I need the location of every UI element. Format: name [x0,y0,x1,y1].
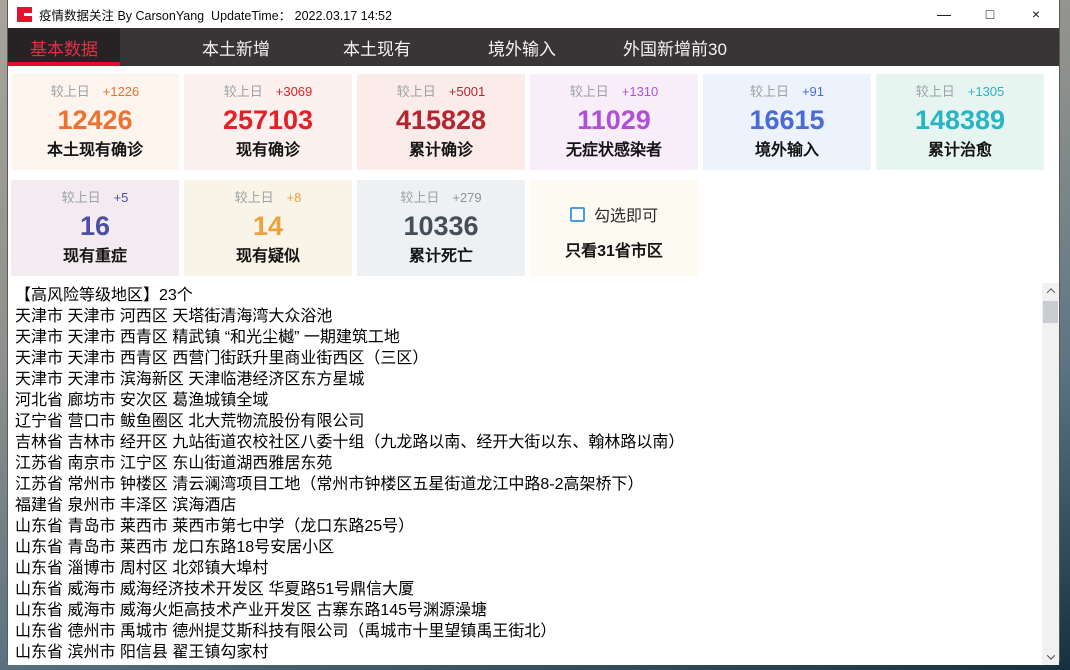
stat-card-suspected: 较上日 +8 14 现有疑似 [184,180,352,276]
delta-value: +1305 [968,85,1005,98]
app-logo-icon [17,7,32,22]
risk-list-header: 【高风险等级地区】23个 [15,285,1035,306]
stat-label: 现有疑似 [236,249,300,265]
filter-card-label: 只看31省市区 [565,244,663,260]
scrollbar-thumb[interactable] [1043,301,1058,323]
delta-value: +5 [114,191,129,204]
window-controls: — □ × [921,0,1059,28]
list-scrollbar[interactable] [1042,283,1059,665]
stat-label: 本土现有确诊 [47,143,143,159]
stat-value: 16 [80,213,110,240]
stat-value: 16615 [749,107,824,134]
stat-value: 257103 [223,107,313,134]
delta-prefix: 较上日 [750,85,789,98]
risk-area-panel: 【高风险等级地区】23个 天津市 天津市 河西区 天塔街清海湾大众浴池 天津市 … [11,283,1059,665]
tab-imported[interactable]: 境外输入 [488,28,556,66]
risk-area-row: 江苏省 南京市 江宁区 东山街道湖西雅居东苑 [15,453,1035,474]
stats-row-2: 较上日 +5 16 现有重症 较上日 +8 14 现有疑似 较上日 +279 [11,180,1059,276]
stat-card-cumulative-confirmed: 较上日 +5001 415828 累计确诊 [357,74,525,170]
delta-prefix: 较上日 [570,85,609,98]
stat-label: 境外输入 [755,143,819,159]
delta-value: +3069 [276,85,313,98]
risk-area-row: 天津市 天津市 西青区 精武镇 “和光尘樾” 一期建筑工地 [15,327,1035,348]
risk-area-row: 山东省 淄博市 周村区 北郊镇大埠村 [15,558,1035,579]
delta-value: +1310 [622,85,659,98]
risk-area-row: 天津市 天津市 西青区 西营门街跃升里商业街西区（三区） [15,348,1035,369]
delta-prefix: 较上日 [400,191,439,204]
main-content: 较上日 +1226 12426 本土现有确诊 较上日 +3069 257103 … [8,66,1059,665]
chevron-down-icon [1046,651,1054,659]
delta-value: +1226 [103,85,140,98]
stat-value: 10336 [403,213,478,240]
tab-local-new[interactable]: 本土新增 [202,28,270,66]
chevron-up-icon [1046,288,1054,296]
risk-area-row: 吉林省 吉林市 经开区 九站街道农校社区八委十组（九龙路以南、经开大街以东、翰林… [15,432,1035,453]
tab-local-current[interactable]: 本土现有 [343,28,411,66]
delta-prefix: 较上日 [51,85,90,98]
stat-card-active-confirmed: 较上日 +3069 257103 现有确诊 [184,74,352,170]
stat-card-cumulative-deaths: 较上日 +279 10336 累计死亡 [357,180,525,276]
delta-prefix: 较上日 [916,85,955,98]
stat-value: 415828 [396,107,486,134]
risk-area-row: 福建省 泉州市 丰泽区 滨海酒店 [15,495,1035,516]
stat-value: 148389 [915,107,1005,134]
risk-area-row: 山东省 滨州市 阳信县 翟王镇勾家村 [15,642,1035,663]
risk-area-row: 山东省 青岛市 莱西市 莱西市第七中学（龙口东路25号） [15,516,1035,537]
stat-card-cumulative-cured: 较上日 +1305 148389 累计治愈 [876,74,1044,170]
risk-area-row: 江苏省 常州市 钟楼区 清云澜湾项目工地（常州市钟楼区五星街道龙江中路8-2高架… [15,474,1035,495]
delta-prefix: 较上日 [397,85,436,98]
risk-area-row: 河北省 廊坊市 安次区 葛渔城镇全域 [15,390,1035,411]
scroll-up-button[interactable] [1042,283,1059,299]
stat-value: 12426 [57,107,132,134]
minimize-button[interactable]: — [921,0,967,28]
stats-row-1: 较上日 +1226 12426 本土现有确诊 较上日 +3069 257103 … [11,74,1059,170]
risk-area-row: 辽宁省 营口市 鲅鱼圈区 北大荒物流股份有限公司 [15,411,1035,432]
filter-card-provinces-only: 勾选即可 只看31省市区 [530,180,698,276]
maximize-button[interactable]: □ [967,0,1013,28]
risk-area-list: 【高风险等级地区】23个 天津市 天津市 河西区 天塔街清海湾大众浴池 天津市 … [11,283,1059,663]
checkbox-hint-label[interactable]: 勾选即可 [594,202,658,226]
risk-area-row: 天津市 天津市 滨海新区 天津临港经济区东方星城 [15,369,1035,390]
stat-value: 11029 [577,107,651,134]
tab-basic-data[interactable]: 基本数据 [8,28,120,66]
stat-card-severe: 较上日 +5 16 现有重症 [11,180,179,276]
tab-foreign-new-top30[interactable]: 外国新增前30 [623,28,727,66]
delta-value: +279 [452,191,481,204]
risk-area-row: 山东省 威海市 威海火炬高技术产业开发区 古寨东路145号渊源澡塘 [15,600,1035,621]
stat-card-imported: 较上日 +91 16615 境外输入 [703,74,871,170]
delta-prefix: 较上日 [62,191,101,204]
provinces-only-checkbox[interactable] [570,207,585,222]
close-button[interactable]: × [1013,0,1059,28]
stat-label: 现有重症 [63,249,127,265]
stat-label: 累计死亡 [409,249,473,265]
stat-label: 无症状感染者 [566,143,662,159]
title-bar: 疫情数据关注 By CarsonYang UpdateTime： 2022.03… [8,0,1059,28]
risk-area-row: 山东省 青岛市 莱西市 龙口东路18号安居小区 [15,537,1035,558]
stat-label: 现有确诊 [236,143,300,159]
stat-card-asymptomatic: 较上日 +1310 11029 无症状感染者 [530,74,698,170]
stat-label: 累计确诊 [409,143,473,159]
risk-area-row: 山东省 威海市 威海经济技术开发区 华夏路51号鼎信大厦 [15,579,1035,600]
stat-card-local-active-confirmed: 较上日 +1226 12426 本土现有确诊 [11,74,179,170]
delta-prefix: 较上日 [235,191,274,204]
app-window: 疫情数据关注 By CarsonYang UpdateTime： 2022.03… [7,0,1060,662]
stat-value: 14 [253,213,283,240]
delta-prefix: 较上日 [224,85,263,98]
delta-value: +8 [287,191,302,204]
delta-value: +91 [802,85,824,98]
stat-label: 累计治愈 [928,143,992,159]
tab-bar: 基本数据 本土新增 本土现有 境外输入 外国新增前30 [8,28,1059,66]
risk-area-row: 天津市 天津市 河西区 天塔街清海湾大众浴池 [15,306,1035,327]
scroll-down-button[interactable] [1042,649,1059,665]
delta-value: +5001 [449,85,486,98]
window-title: 疫情数据关注 By CarsonYang UpdateTime： 2022.03… [39,5,392,24]
risk-area-row: 山东省 德州市 禹城市 德州提艾斯科技有限公司（禹城市十里望镇禹王街北） [15,621,1035,642]
